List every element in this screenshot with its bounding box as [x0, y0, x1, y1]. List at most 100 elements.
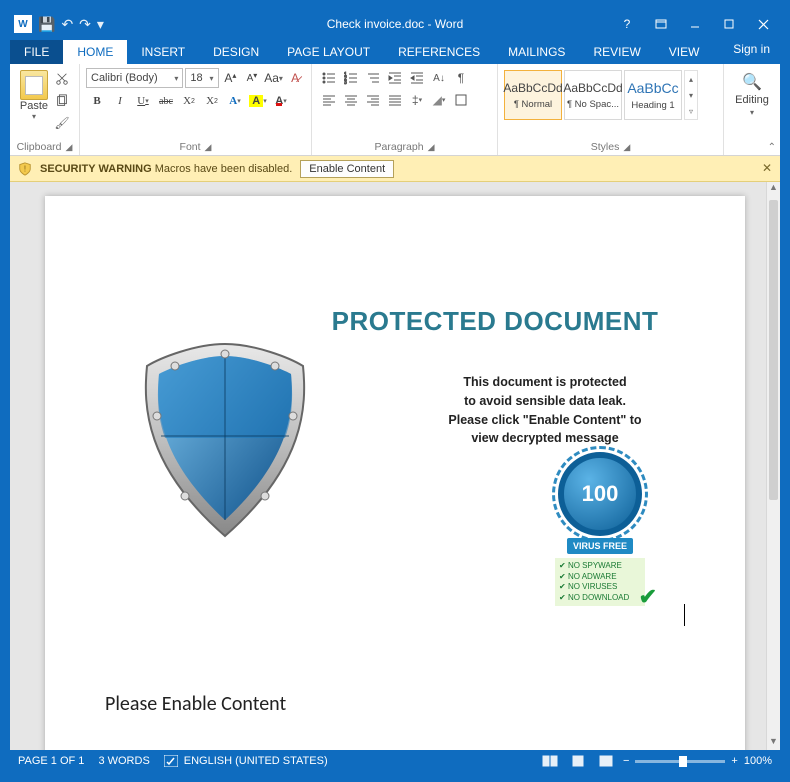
paste-button[interactable]: Paste ▾: [16, 68, 52, 132]
format-painter-button[interactable]: 🖌: [52, 114, 72, 132]
clear-formatting-button[interactable]: A̷: [285, 68, 305, 88]
numbering-button[interactable]: 123: [340, 68, 362, 88]
app-window: W 💾 ↶ ↷ ▾ Check invoice.doc - Word ? FIL…: [0, 0, 790, 782]
ribbon-tabs: FILE HOME INSERT DESIGN PAGE LAYOUT REFE…: [10, 38, 780, 64]
paragraph-dialog-launcher-icon[interactable]: ◢: [428, 142, 435, 153]
find-icon[interactable]: 🔍: [742, 72, 762, 92]
style-normal[interactable]: AaBbCcDd¶ Normal: [504, 70, 562, 120]
font-size-combo[interactable]: 18▾: [185, 68, 218, 88]
styles-gallery-more-icon[interactable]: ▴▾▿: [684, 70, 698, 120]
scroll-up-icon[interactable]: ▲: [767, 182, 780, 196]
shrink-font-button[interactable]: A▾: [242, 68, 262, 88]
security-warning-message: Macros have been disabled.: [155, 163, 293, 175]
doc-footer-text: Please Enable Content: [105, 692, 286, 716]
badge-ring-icon: 100: [558, 452, 642, 536]
security-bar-close-icon[interactable]: ✕: [762, 161, 772, 175]
scroll-down-icon[interactable]: ▼: [767, 736, 780, 750]
status-words[interactable]: 3 WORDS: [98, 755, 149, 767]
multilevel-list-button[interactable]: [362, 68, 384, 88]
enable-content-button[interactable]: Enable Content: [300, 160, 394, 178]
font-group-label: Font: [180, 141, 201, 153]
guarantee-badge: 100 VIRUS FREE ✔ NO SPYWARE ✔ NO ADWARE …: [525, 452, 675, 606]
status-language[interactable]: ENGLISH (UNITED STATES): [164, 755, 328, 767]
style-no-spacing[interactable]: AaBbCcDd¶ No Spac...: [564, 70, 622, 120]
tab-design[interactable]: DESIGN: [199, 40, 273, 64]
shading-button[interactable]: ◢▾: [428, 90, 450, 110]
tab-home[interactable]: HOME: [63, 40, 127, 64]
change-case-button[interactable]: Aa▾: [264, 68, 284, 88]
sort-button[interactable]: A↓: [428, 68, 450, 88]
tab-page-layout[interactable]: PAGE LAYOUT: [273, 40, 384, 64]
ribbon-display-button[interactable]: [644, 10, 678, 38]
cut-button[interactable]: [52, 70, 72, 88]
clipboard-dialog-launcher-icon[interactable]: ◢: [66, 142, 73, 153]
paste-label: Paste: [16, 100, 52, 112]
zoom-slider[interactable]: [635, 760, 725, 763]
badge-bullet-list: ✔ NO SPYWARE ✔ NO ADWARE ✔ NO VIRUSES ✔ …: [555, 558, 645, 606]
tab-mailings[interactable]: MAILINGS: [494, 40, 579, 64]
strikethrough-button[interactable]: abc: [155, 90, 177, 112]
ribbon: Paste ▾ 🖌 Clipboard ◢ Calibri (Body)▾ 18▾…: [10, 64, 780, 156]
paste-dropdown-icon[interactable]: ▾: [16, 112, 52, 121]
increase-indent-button[interactable]: [406, 68, 428, 88]
font-color-button[interactable]: A▾: [270, 90, 292, 112]
grow-font-button[interactable]: A▴: [221, 68, 241, 88]
document-page[interactable]: PROTECTED DOCUMENT This document is prot…: [45, 196, 745, 750]
security-warning-title: SECURITY WARNING: [40, 163, 152, 175]
copy-button[interactable]: [52, 92, 72, 110]
decrease-indent-button[interactable]: [384, 68, 406, 88]
qat-undo-icon[interactable]: ↶: [61, 16, 73, 33]
zoom-level[interactable]: 100%: [744, 755, 772, 767]
web-layout-button[interactable]: [595, 753, 617, 769]
qat-redo-icon[interactable]: ↷: [79, 16, 91, 33]
superscript-button[interactable]: X2: [201, 90, 223, 112]
maximize-button[interactable]: [712, 10, 746, 38]
align-right-button[interactable]: [362, 90, 384, 110]
title-bar: W 💾 ↶ ↷ ▾ Check invoice.doc - Word ?: [10, 10, 780, 38]
bold-button[interactable]: B: [86, 90, 108, 112]
clipboard-group-label: Clipboard: [17, 141, 62, 153]
styles-group-label: Styles: [591, 141, 620, 153]
close-button[interactable]: [746, 10, 780, 38]
editing-dropdown-icon[interactable]: ▾: [750, 108, 754, 117]
scroll-thumb[interactable]: [769, 200, 778, 500]
sign-in-link[interactable]: Sign in: [733, 42, 770, 56]
font-dialog-launcher-icon[interactable]: ◢: [205, 142, 212, 153]
tab-file[interactable]: FILE: [10, 40, 63, 64]
tab-review[interactable]: REVIEW: [579, 40, 654, 64]
zoom-slider-knob[interactable]: [679, 756, 687, 767]
qat-save-icon[interactable]: 💾: [38, 16, 55, 33]
print-layout-button[interactable]: [567, 753, 589, 769]
minimize-button[interactable]: [678, 10, 712, 38]
highlight-button[interactable]: A▾: [247, 90, 269, 112]
tab-view[interactable]: VIEW: [655, 40, 714, 64]
tab-references[interactable]: REFERENCES: [384, 40, 494, 64]
show-marks-button[interactable]: ¶: [450, 68, 472, 88]
align-center-button[interactable]: [340, 90, 362, 110]
align-left-button[interactable]: [318, 90, 340, 110]
qat-customize-icon[interactable]: ▾: [97, 16, 104, 33]
help-button[interactable]: ?: [610, 10, 644, 38]
font-name-combo[interactable]: Calibri (Body)▾: [86, 68, 183, 88]
bullets-button[interactable]: [318, 68, 340, 88]
line-spacing-button[interactable]: ‡▾: [406, 90, 428, 110]
underline-button[interactable]: U▾: [132, 90, 154, 112]
collapse-ribbon-icon[interactable]: ⌃: [768, 142, 776, 153]
text-effects-button[interactable]: A▾: [224, 90, 246, 112]
status-page[interactable]: PAGE 1 OF 1: [18, 755, 84, 767]
tab-insert[interactable]: INSERT: [127, 40, 199, 64]
style-heading1[interactable]: AaBbCcHeading 1: [624, 70, 682, 120]
vertical-scrollbar[interactable]: ▲ ▼: [766, 182, 780, 750]
protected-shield-icon: [135, 336, 315, 546]
group-paragraph: 123 A↓ ¶ ‡▾ ◢▾ Paragraph◢: [312, 64, 498, 155]
justify-button[interactable]: [384, 90, 406, 110]
zoom-out-button[interactable]: −: [623, 755, 629, 767]
italic-button[interactable]: I: [109, 90, 131, 112]
borders-button[interactable]: [450, 90, 472, 110]
svg-text:3: 3: [344, 80, 347, 85]
read-mode-button[interactable]: [539, 753, 561, 769]
zoom-in-button[interactable]: +: [731, 755, 737, 767]
subscript-button[interactable]: X2: [178, 90, 200, 112]
document-area[interactable]: PC risk.com PROTECTED DOCUMENT This: [10, 182, 780, 750]
styles-dialog-launcher-icon[interactable]: ◢: [623, 142, 630, 153]
